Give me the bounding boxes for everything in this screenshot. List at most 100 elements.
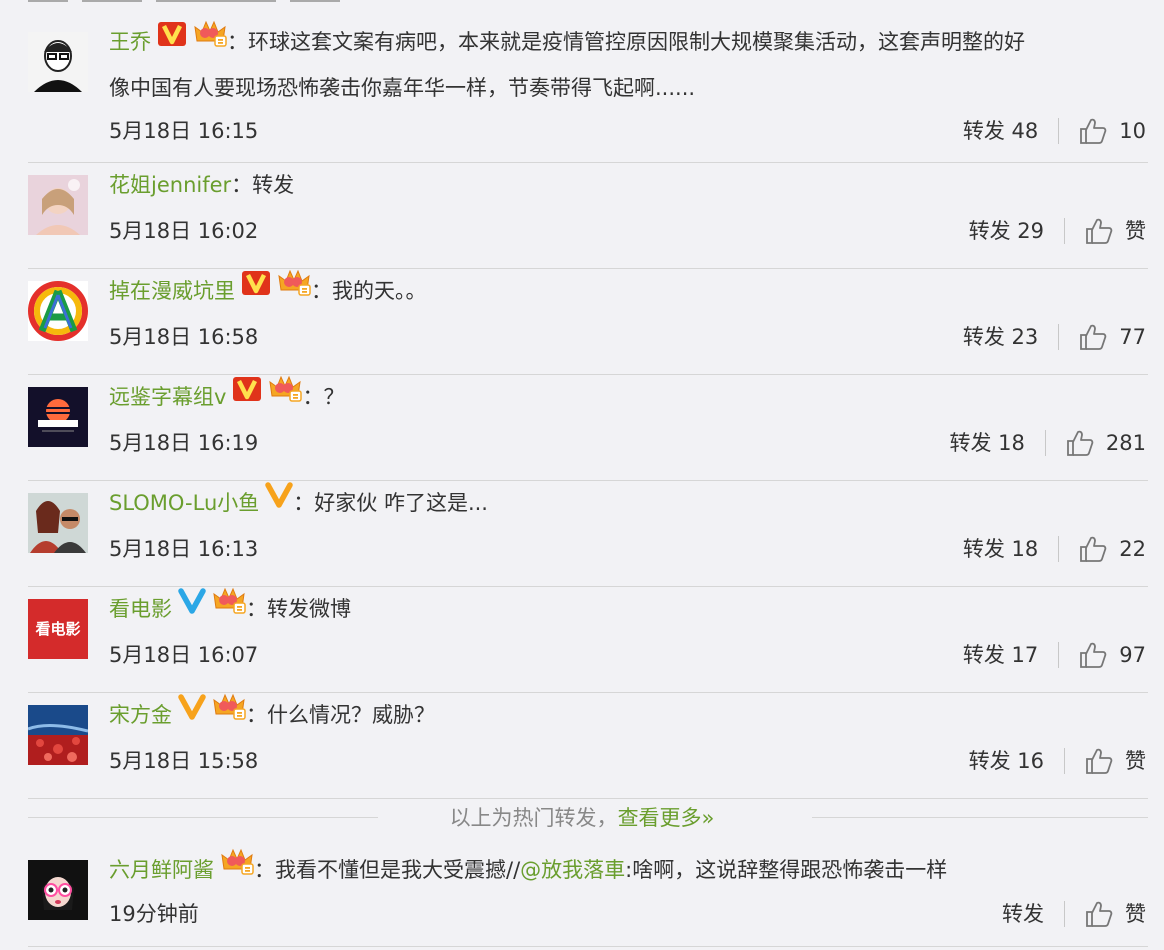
username-link[interactable]: 六月鲜阿酱 bbox=[109, 858, 214, 882]
avatar[interactable]: 看电影 bbox=[28, 599, 88, 659]
action-separator bbox=[1058, 536, 1060, 562]
row-divider bbox=[28, 946, 1148, 947]
repost-button[interactable]: 转发 bbox=[1002, 899, 1044, 929]
timestamp: 19分钟前 bbox=[109, 902, 199, 926]
avatar[interactable] bbox=[28, 860, 88, 920]
comment-text-line: 像中国有人要现场恐怖袭击你嘉年华一样，节奏带得飞起啊...... bbox=[109, 67, 1146, 109]
action-separator bbox=[1044, 430, 1046, 456]
thumbs-up-icon bbox=[1080, 642, 1107, 668]
thumbs-up-icon bbox=[1086, 748, 1113, 774]
comment-actions: 转发 48 10 bbox=[963, 116, 1146, 146]
crown-icon bbox=[193, 19, 227, 61]
repost-button[interactable]: 转发 48 bbox=[963, 116, 1038, 146]
username-link[interactable]: 看电影 bbox=[109, 597, 172, 621]
comment-text-continued: 像中国有人要现场恐怖袭击你嘉年华一样，节奏带得飞起啊...... bbox=[109, 76, 696, 100]
comment-text-line: 宋方金 ：什么情况？威胁？ bbox=[109, 692, 1146, 737]
colon: ： bbox=[246, 703, 267, 727]
repost-button[interactable]: 转发 16 bbox=[969, 746, 1044, 776]
like-count: 赞 bbox=[1125, 219, 1146, 243]
comment-text: 转发微博 bbox=[267, 597, 351, 621]
comment-text: ？ bbox=[323, 385, 345, 409]
comment-text: 环球这套文案有病吧，本来就是疫情管控原因限制大规模聚集活动，这套声明整的好 bbox=[248, 30, 1025, 54]
username-link[interactable]: SLOMO-Lu小鱼 bbox=[109, 491, 259, 515]
row-divider bbox=[28, 480, 1148, 481]
comment-meta: 5月18日 16:15 转发 48 10 bbox=[109, 116, 1146, 146]
timestamp: 5月18日 16:02 bbox=[109, 219, 259, 243]
like-button[interactable]: 22 bbox=[1079, 534, 1146, 564]
repost-button[interactable]: 转发 29 bbox=[969, 216, 1044, 246]
avatar[interactable] bbox=[28, 387, 88, 447]
comment-meta: 5月18日 16:13 转发 18 22 bbox=[109, 534, 1146, 564]
like-button[interactable]: 281 bbox=[1066, 428, 1146, 458]
thumbs-up-icon bbox=[1080, 118, 1107, 144]
mention-link[interactable]: @放我落車 bbox=[520, 858, 625, 882]
action-separator bbox=[1064, 901, 1065, 927]
top-cutoff-line bbox=[28, 0, 368, 3]
action-separator bbox=[1058, 324, 1060, 350]
thumbs-up-icon bbox=[1086, 218, 1113, 244]
comment-text: 什么情况？威胁？ bbox=[267, 703, 435, 727]
comment-text-line: 看电影 ：转发微博 bbox=[109, 587, 1146, 631]
colon: ： bbox=[254, 858, 275, 882]
hot-notice-text: 以上为热门转发， bbox=[449, 806, 618, 830]
vip-red-v-icon bbox=[157, 19, 187, 61]
like-button[interactable]: 77 bbox=[1079, 322, 1146, 352]
timestamp: 5月18日 16:15 bbox=[109, 119, 259, 143]
row-divider bbox=[28, 268, 1148, 269]
colon: ： bbox=[311, 279, 332, 303]
colon: ： bbox=[302, 385, 324, 409]
row-divider bbox=[28, 798, 1148, 799]
action-separator bbox=[1064, 218, 1065, 244]
comment-meta: 5月18日 16:02 转发 29 赞 bbox=[109, 216, 1146, 246]
comment-actions: 转发 17 97 bbox=[963, 640, 1146, 670]
comment-actions: 转发 赞 bbox=[1002, 899, 1146, 929]
repost-button[interactable]: 转发 18 bbox=[963, 534, 1038, 564]
like-button[interactable]: 赞 bbox=[1085, 746, 1146, 776]
comment-text: 好家伙 咋了这是... bbox=[314, 491, 488, 515]
action-separator bbox=[1058, 118, 1060, 144]
avatar[interactable] bbox=[28, 281, 88, 341]
timestamp: 5月18日 16:13 bbox=[109, 537, 259, 561]
like-button[interactable]: 赞 bbox=[1085, 216, 1146, 246]
vip-red-v-icon bbox=[241, 268, 271, 310]
crown-icon bbox=[212, 692, 246, 734]
comment-text-line: 王乔 ：环球这套文案有病吧，本来就是疫情管控原因限制大规模聚集活动，这套声明整的好 bbox=[109, 19, 1146, 64]
timestamp: 5月18日 15:58 bbox=[109, 749, 259, 773]
comment-meta: 5月18日 16:07 转发 17 97 bbox=[109, 640, 1146, 670]
row-divider bbox=[28, 374, 1148, 375]
comment-text: 我看不懂但是我大受震撼// bbox=[275, 858, 521, 882]
colon: ： bbox=[231, 173, 253, 197]
repost-button[interactable]: 转发 18 bbox=[950, 428, 1025, 458]
like-count: 97 bbox=[1119, 643, 1146, 667]
avatar[interactable] bbox=[28, 705, 88, 765]
username-link[interactable]: 远鉴字幕组v bbox=[109, 385, 226, 409]
repost-button[interactable]: 转发 23 bbox=[963, 322, 1038, 352]
avatar[interactable] bbox=[28, 175, 88, 235]
comment-text: 我的天。。 bbox=[332, 279, 427, 303]
thumbs-up-icon bbox=[1080, 536, 1107, 562]
thumbs-up-icon bbox=[1086, 901, 1113, 927]
comment-text-line: 远鉴字幕组v ：？ bbox=[109, 375, 1146, 419]
comment-text-line: SLOMO-Lu小鱼 ：好家伙 咋了这是... bbox=[109, 482, 1146, 525]
username-link[interactable]: 掉在漫威坑里 bbox=[109, 279, 235, 303]
comment-actions: 转发 16 赞 bbox=[969, 746, 1146, 776]
like-count: 77 bbox=[1119, 325, 1146, 349]
see-more-link[interactable]: 查看更多» bbox=[618, 806, 715, 830]
like-button[interactable]: 10 bbox=[1079, 116, 1146, 146]
username-link[interactable]: 宋方金 bbox=[109, 703, 172, 727]
comment-actions: 转发 23 77 bbox=[963, 322, 1146, 352]
avatar[interactable] bbox=[28, 493, 88, 553]
comment-text-line: 花姐jennifer：转发 bbox=[109, 164, 1146, 206]
like-button[interactable]: 赞 bbox=[1085, 899, 1146, 929]
username-link[interactable]: 花姐jennifer bbox=[109, 173, 231, 197]
comment-text-line: 六月鲜阿酱 ：我看不懂但是我大受震撼//@放我落車:啥啊，这说辞整得跟恐怖袭击一样 bbox=[109, 848, 1146, 892]
repost-button[interactable]: 转发 17 bbox=[963, 640, 1038, 670]
colon: ： bbox=[246, 597, 267, 621]
vip-orange-v-icon bbox=[178, 692, 206, 734]
timestamp: 5月18日 16:58 bbox=[109, 325, 259, 349]
colon: ： bbox=[227, 30, 248, 54]
avatar[interactable] bbox=[28, 32, 88, 92]
username-link[interactable]: 王乔 bbox=[109, 30, 151, 54]
like-button[interactable]: 97 bbox=[1079, 640, 1146, 670]
timestamp: 5月18日 16:07 bbox=[109, 643, 259, 667]
